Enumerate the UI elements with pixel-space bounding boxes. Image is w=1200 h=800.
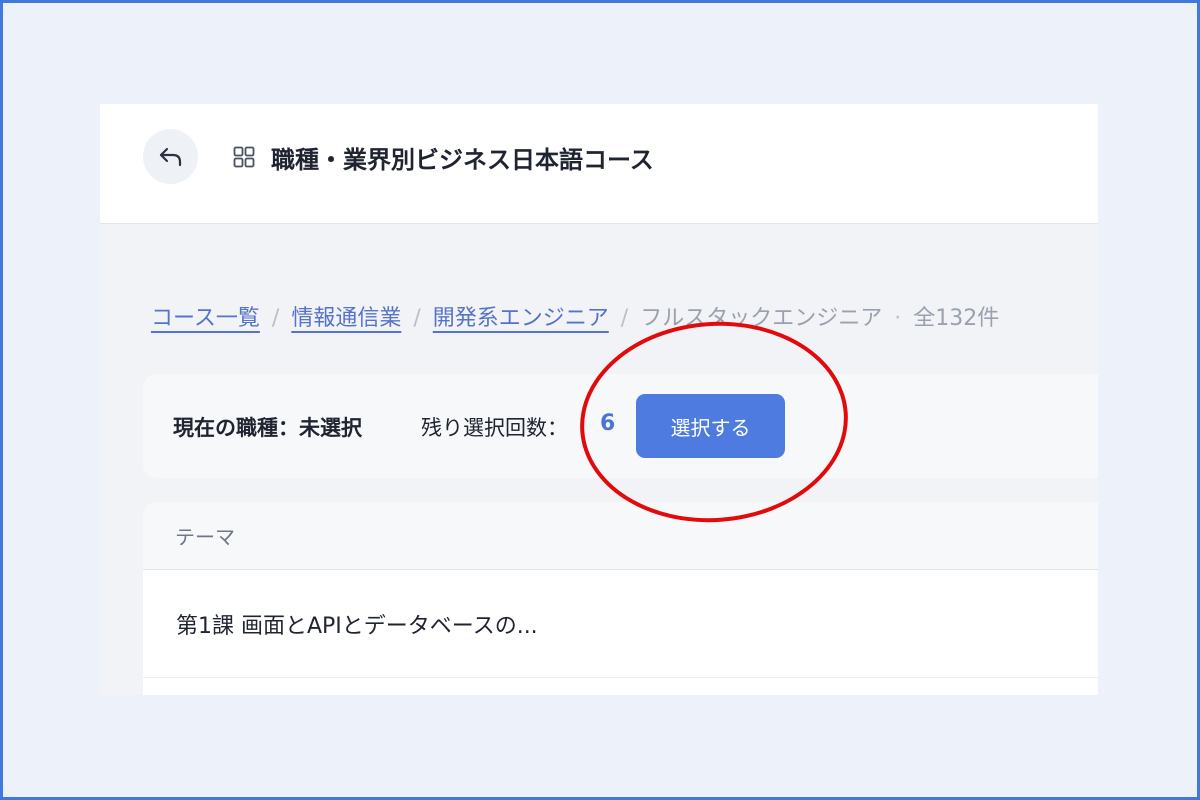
app-window: 職種・業界別ビジネス日本語コース コース一覧 / 情報通信業 / 開発系エンジニ… xyxy=(100,104,1098,695)
job-selection-card: 現在の職種：未選択 残り選択回数： 6 選択する xyxy=(143,374,1098,478)
theme-table: テーマ 第1課 画面とAPIとデータベースの... xyxy=(143,502,1098,695)
theme-column-header: テーマ xyxy=(143,502,1098,570)
theme-row[interactable]: 第1課 画面とAPIとデータベースの... xyxy=(143,570,1098,678)
undo-arrow-icon xyxy=(159,147,181,166)
grid-icon xyxy=(233,146,255,168)
breadcrumb-current: フルスタックエンジニア xyxy=(640,306,883,331)
select-button[interactable]: 選択する xyxy=(636,394,785,458)
back-button[interactable] xyxy=(143,129,198,184)
breadcrumb-separator: / xyxy=(413,306,421,331)
result-count: 全132件 xyxy=(913,306,1000,331)
breadcrumb-dot: · xyxy=(894,306,902,331)
breadcrumb-course-list[interactable]: コース一覧 xyxy=(151,300,260,332)
breadcrumb-separator: / xyxy=(620,306,629,331)
breadcrumb-dev-engineer[interactable]: 開発系エンジニア xyxy=(433,300,609,332)
breadcrumb-separator: / xyxy=(271,306,280,331)
page-title: 職種・業界別ビジネス日本語コース xyxy=(271,146,654,174)
current-job-label: 現在の職種：未選択 xyxy=(173,416,362,440)
remaining-selections-label: 残り選択回数： xyxy=(421,416,568,440)
breadcrumb: コース一覧 / 情報通信業 / 開発系エンジニア / フルスタックエンジニア ·… xyxy=(151,300,999,332)
remaining-selections-count: 6 xyxy=(600,411,616,436)
top-bar: 職種・業界別ビジネス日本語コース xyxy=(100,104,1098,224)
breadcrumb-ict-industry[interactable]: 情報通信業 xyxy=(291,300,401,332)
